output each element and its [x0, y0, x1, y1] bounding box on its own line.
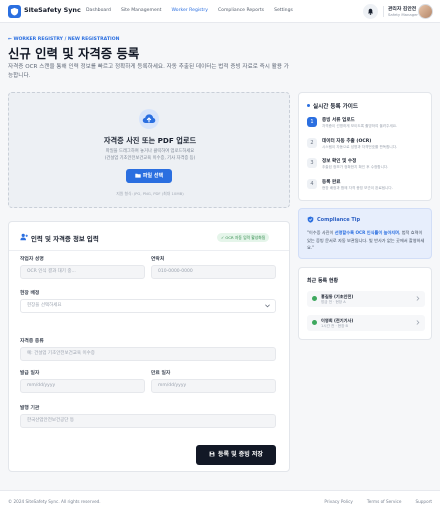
- compliance-tip-card: Compliance Tip "이수증 사진이 선명할수록 OCR 인식률이 높…: [298, 208, 432, 259]
- recent-title: 최근 등록 현황: [307, 278, 339, 284]
- copyright: © 2024 SiteSafety Sync. All rights reser…: [8, 499, 101, 504]
- footer-link-terms[interactable]: Terms of Service: [367, 499, 402, 504]
- guide-title: 실시간 등록 가이드: [313, 104, 359, 110]
- tip-text: "이수증 사진이 선명할수록 OCR 인식률이 높아지며, 법적 효력이 있는 …: [307, 229, 427, 252]
- cert-type-input[interactable]: 예: 건설업 기초안전보건교육 이수증: [20, 347, 276, 361]
- step-desc: 자격증이 선명하게 보이도록 촬영하여 올려주세요.: [322, 124, 398, 128]
- issue-date-label: 발급 일자: [20, 371, 40, 376]
- recent-registrations-card: 최근 등록 현황 홍길동 (기초안전) 방금 전 · 현장 A 이영희 (전기기…: [298, 267, 432, 340]
- registration-guide-card: 실시간 등록 가이드 1 증빙 서류 업로드 자격증이 선명하게 보이도록 촬영…: [298, 92, 432, 201]
- nav-compliance-reports[interactable]: Compliance Reports: [218, 8, 264, 13]
- main-nav: Dashboard Site Management Worker Registr…: [86, 8, 293, 13]
- step-desc: 추출된 정보가 정확한지 확인 후 수정합니다.: [322, 165, 389, 169]
- breadcrumb[interactable]: ← WORKER REGISTRY / NEW REGISTRATION: [8, 37, 119, 42]
- upload-hint: 파일을 드래그하여 놓거나 클릭하여 업로드하세요 (건설업 기초안전보건교육 …: [9, 148, 291, 162]
- recent-item[interactable]: 이영희 (전기기사) 1시간 전 · 현장 B: [307, 315, 425, 331]
- file-select-label: 파일 선택: [142, 173, 164, 179]
- ocr-status-badge: ✓ OCR 자동 입력 활성화됨: [217, 233, 270, 242]
- chevron-right-icon: [416, 320, 420, 325]
- issuer-label: 발행 기관: [20, 406, 40, 411]
- step-number: 4: [307, 179, 317, 189]
- footer-link-support[interactable]: Support: [415, 499, 432, 504]
- step-desc: 현장 배정과 함께 자격 증빙 보관이 완료됩니다.: [322, 186, 393, 190]
- user-role: Safety Manager: [388, 12, 418, 17]
- status-dot-icon: [312, 320, 317, 325]
- nav-settings[interactable]: Settings: [274, 8, 293, 13]
- name-input[interactable]: OCR 인식 결과 대기 중...: [20, 265, 145, 279]
- step-title: 증빙 서류 업로드: [322, 118, 355, 123]
- bell-icon: [367, 8, 374, 15]
- step-title: 등록 완료: [322, 180, 341, 185]
- form-divider: [9, 250, 289, 251]
- phone-input[interactable]: 010-0000-0000: [151, 265, 276, 279]
- chevron-down-icon: [265, 304, 270, 308]
- notifications-button[interactable]: [363, 4, 378, 19]
- site-select[interactable]: 현장을 선택하세요: [20, 299, 276, 313]
- recent-item[interactable]: 홍길동 (기초안전) 방금 전 · 현장 A: [307, 291, 425, 307]
- top-header: SiteSafety Sync Dashboard Site Managemen…: [0, 0, 440, 23]
- recent-item-sub: 1시간 전 · 현장 B: [321, 324, 348, 328]
- phone-label: 연락처: [151, 257, 165, 262]
- tip-text-highlight: 선명할수록 OCR 인식률이 높아지며: [334, 230, 400, 235]
- issuer-input[interactable]: 한국산업안전보건공단 등: [20, 414, 276, 428]
- step-title: 정보 확인 및 수정: [322, 159, 357, 164]
- cloud-upload-icon: [139, 109, 159, 129]
- submit-register-button[interactable]: 등록 및 증빙 저장: [196, 445, 276, 465]
- user-plus-icon: [20, 233, 28, 241]
- name-label: 작업자 성명: [20, 257, 44, 262]
- site-label: 현장 배정: [20, 291, 40, 296]
- chevron-right-icon: [416, 296, 420, 301]
- tip-title: Compliance Tip: [317, 217, 361, 223]
- brand-name[interactable]: SiteSafety Sync: [24, 6, 81, 14]
- save-icon: [209, 451, 215, 457]
- step-number: 3: [307, 158, 317, 168]
- site-select-value: 현장을 선택하세요: [27, 303, 62, 308]
- step-number: 2: [307, 138, 317, 148]
- page-title: 신규 인력 및 자격증 등록: [8, 46, 140, 61]
- upload-hint-line2: (건설업 기초안전보건교육 이수증, 기사 자격증 등): [104, 156, 196, 161]
- footer-link-privacy[interactable]: Privacy Policy: [324, 499, 353, 504]
- submit-label: 등록 및 증빙 저장: [218, 451, 263, 458]
- user-name: 관리자 김안전: [388, 7, 417, 12]
- folder-icon: [135, 173, 141, 178]
- page-footer: © 2024 SiteSafety Sync. All rights reser…: [0, 490, 440, 512]
- upload-formats: 지원 형식: JPG, PNG, PDF (최대 10MB): [116, 191, 184, 196]
- shield-check-icon: [307, 216, 314, 223]
- page-description: 자격증 OCR 스캔을 통해 인력 정보를 빠르고 정확하게 등록하세요. 자동…: [8, 64, 289, 79]
- file-select-button[interactable]: 파일 선택: [126, 169, 172, 183]
- guide-bullet: [307, 104, 310, 107]
- step-desc: 시스템이 자동으로 성명과 자격번호를 판독합니다.: [322, 145, 398, 149]
- shield-logo-icon[interactable]: [8, 5, 21, 18]
- expiry-date-input[interactable]: mm/dd/yyyy: [151, 379, 276, 393]
- footer-links: Privacy Policy Terms of Service Support: [324, 499, 432, 504]
- nav-site-management[interactable]: Site Management: [121, 8, 162, 13]
- upload-dropzone[interactable]: 자격증 사진 또는 PDF 업로드 파일을 드래그하여 놓거나 클릭하여 업로드…: [8, 92, 290, 208]
- worker-form-card: 인력 및 자격증 정보 입력 ✓ OCR 자동 입력 활성화됨 작업자 성명 O…: [8, 221, 290, 472]
- nav-dashboard[interactable]: Dashboard: [86, 8, 111, 13]
- step-title: 데이터 자동 추출 (OCR): [322, 139, 372, 144]
- recent-item-sub: 방금 전 · 현장 A: [321, 300, 346, 304]
- nav-worker-registry[interactable]: Worker Registry: [171, 8, 207, 13]
- step-number: 1: [307, 117, 317, 127]
- form-title: 인력 및 자격증 정보 입력: [31, 235, 99, 243]
- user-avatar[interactable]: [418, 4, 433, 19]
- upload-hint-line1: 파일을 드래그하여 놓거나 클릭하여 업로드하세요: [105, 149, 195, 154]
- upload-title: 자격증 사진 또는 PDF 업로드: [103, 136, 197, 145]
- status-dot-icon: [312, 296, 317, 301]
- expiry-date-label: 만료 일자: [151, 371, 171, 376]
- tip-text-part: "이수증 사진이: [307, 230, 335, 235]
- issue-date-input[interactable]: mm/dd/yyyy: [20, 379, 145, 393]
- header-separator: [383, 6, 384, 17]
- cert-type-label: 자격증 종류: [20, 339, 44, 344]
